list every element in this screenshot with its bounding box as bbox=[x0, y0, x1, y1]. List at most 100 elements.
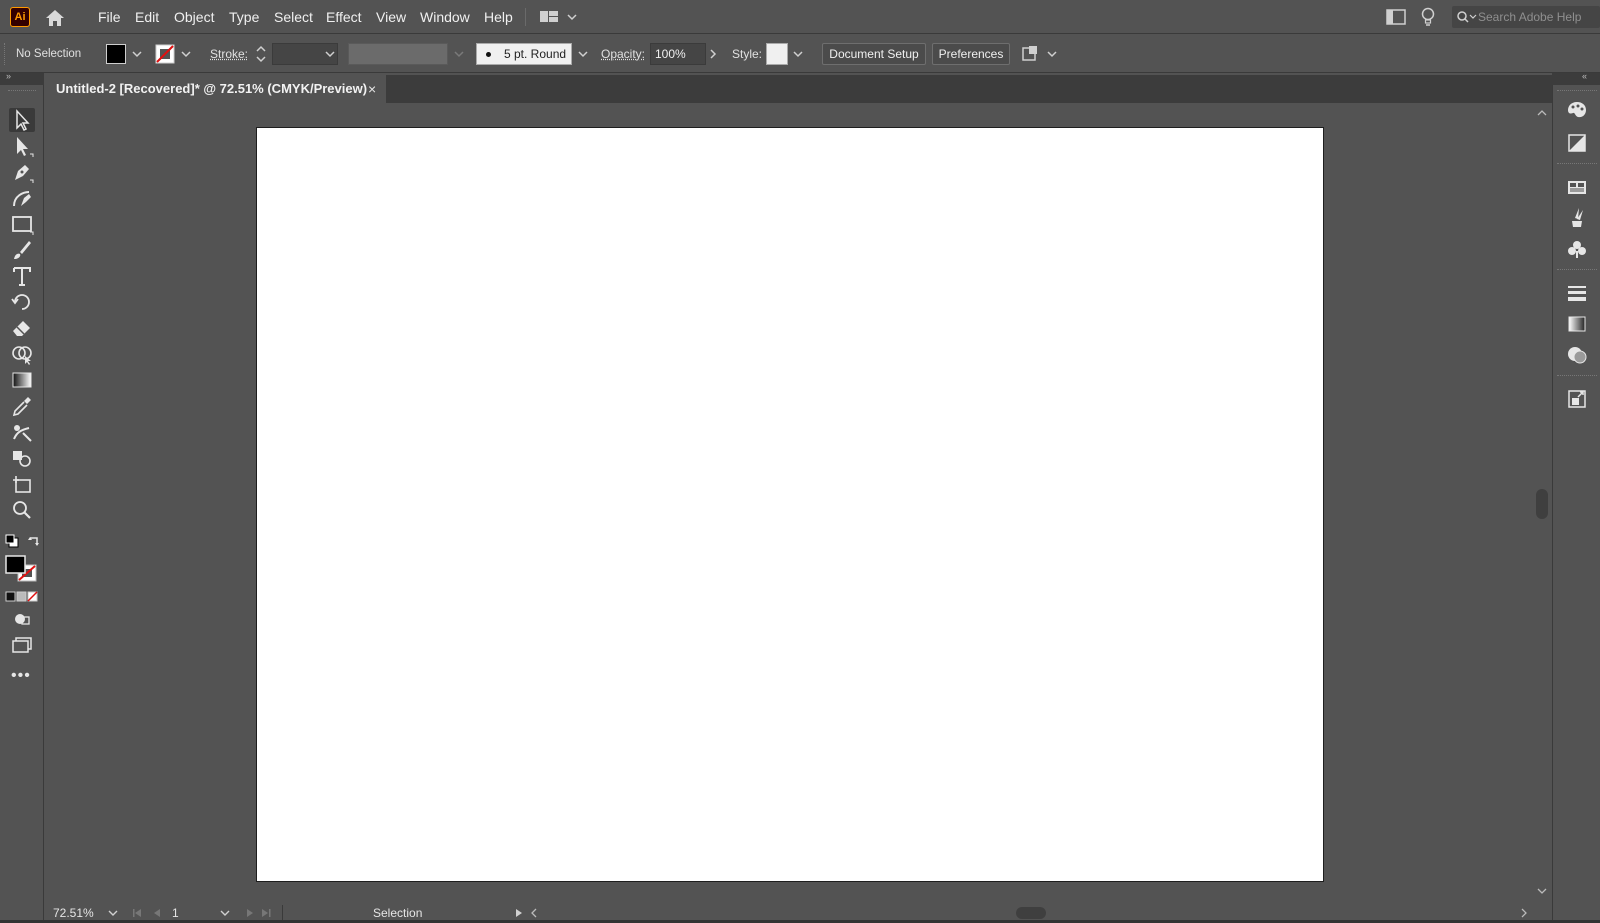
status-menu-arrow-icon[interactable] bbox=[514, 908, 524, 918]
draw-mode-icon[interactable] bbox=[12, 611, 32, 627]
style-dropdown-chevron-icon[interactable] bbox=[792, 48, 804, 60]
artboard[interactable] bbox=[256, 127, 1324, 882]
brush-dropdown-chevron-icon[interactable] bbox=[577, 48, 589, 60]
zoom-dropdown-chevron-icon[interactable] bbox=[108, 908, 118, 918]
opacity-expand-chevron-icon[interactable] bbox=[707, 48, 719, 60]
tools-grip[interactable] bbox=[8, 90, 36, 93]
preferences-button[interactable]: Preferences bbox=[932, 43, 1010, 65]
stroke-weight-stepper-icon[interactable] bbox=[255, 42, 267, 66]
swatches-icon[interactable] bbox=[1565, 175, 1589, 199]
dock-group-grip[interactable] bbox=[1557, 375, 1597, 381]
document-setup-button[interactable]: Document Setup bbox=[822, 43, 926, 65]
menu-help[interactable]: Help bbox=[484, 0, 513, 34]
selection-tool[interactable] bbox=[9, 108, 35, 132]
close-tab-icon[interactable]: × bbox=[368, 75, 376, 103]
edit-toolbar-more-icon[interactable]: ••• bbox=[11, 668, 33, 685]
pen-tool[interactable] bbox=[9, 160, 35, 184]
symbols-icon[interactable] bbox=[1565, 237, 1589, 261]
shape-builder-tool[interactable] bbox=[9, 342, 35, 366]
menu-file[interactable]: File bbox=[98, 0, 121, 34]
eraser-tool[interactable] bbox=[9, 316, 35, 340]
menu-window[interactable]: Window bbox=[420, 0, 470, 34]
menu-type[interactable]: Type bbox=[229, 0, 259, 34]
gradient-tool[interactable] bbox=[9, 368, 35, 392]
fill-dropdown-chevron-icon[interactable] bbox=[131, 48, 143, 60]
search-placeholder: Search Adobe Help bbox=[1478, 10, 1582, 24]
dock-group-grip[interactable] bbox=[1557, 90, 1597, 96]
graphic-style-swatch[interactable] bbox=[766, 43, 788, 65]
arrange-options-icon[interactable] bbox=[1020, 45, 1060, 63]
arrange-documents-icon[interactable] bbox=[1386, 9, 1406, 25]
document-tab[interactable]: Untitled-2 [Recovered]* @ 72.51% (CMYK/P… bbox=[46, 75, 386, 103]
menu-select[interactable]: Select bbox=[274, 0, 313, 34]
menu-effect[interactable]: Effect bbox=[326, 0, 362, 34]
document-tab-title: Untitled-2 [Recovered]* @ 72.51% (CMYK/P… bbox=[56, 81, 368, 96]
vertical-scrollbar[interactable] bbox=[1532, 103, 1552, 903]
home-icon[interactable] bbox=[44, 7, 66, 29]
zoom-tool[interactable] bbox=[9, 498, 35, 522]
artboard-tool[interactable] bbox=[9, 472, 35, 496]
screen-mode-icon[interactable] bbox=[11, 636, 33, 654]
dock-collapse-grip[interactable]: « bbox=[1552, 71, 1600, 85]
scroll-right-icon[interactable] bbox=[1520, 908, 1528, 918]
direct-selection-tool[interactable] bbox=[9, 134, 35, 158]
color-mode-buttons-icon[interactable] bbox=[5, 591, 39, 603]
menu-view[interactable]: View bbox=[376, 0, 406, 34]
brush-definition-field[interactable]: 5 pt. Round bbox=[476, 43, 572, 65]
curvature-tool[interactable] bbox=[9, 186, 35, 210]
opacity-field[interactable]: 100% bbox=[650, 43, 706, 65]
gradient-panel-icon[interactable] bbox=[1565, 312, 1589, 336]
tools-panel: ••• bbox=[0, 85, 44, 923]
puppet-warp-tool[interactable] bbox=[9, 420, 35, 444]
rotate-tool[interactable] bbox=[9, 290, 35, 314]
eyedropper-icon bbox=[12, 397, 31, 417]
scroll-down-icon[interactable] bbox=[1537, 887, 1547, 895]
rectangle-icon bbox=[12, 216, 34, 235]
brushes-icon[interactable] bbox=[1565, 206, 1589, 230]
rotate-arrow-icon bbox=[11, 294, 30, 310]
type-tool[interactable] bbox=[9, 264, 35, 288]
dock-group-grip[interactable] bbox=[1557, 269, 1597, 275]
fill-stroke-swatches-icon[interactable] bbox=[5, 555, 39, 583]
fill-swatch[interactable] bbox=[106, 44, 126, 64]
transparency-icon[interactable] bbox=[1565, 343, 1589, 367]
color-guide-icon[interactable] bbox=[1565, 131, 1589, 155]
horizontal-scroll-thumb[interactable] bbox=[1016, 907, 1046, 919]
shape-tool[interactable] bbox=[9, 446, 35, 470]
expand-panels-icon: « bbox=[1582, 71, 1588, 81]
variable-width-profile-field[interactable] bbox=[348, 43, 448, 65]
search-icon bbox=[1457, 11, 1477, 23]
search-help-field[interactable]: Search Adobe Help bbox=[1452, 6, 1600, 28]
asset-export-icon[interactable] bbox=[1565, 387, 1589, 411]
artboard-dropdown-chevron-icon[interactable] bbox=[220, 908, 230, 918]
toolbar-collapse-grip[interactable]: » bbox=[0, 71, 44, 85]
control-bar-grip[interactable] bbox=[4, 43, 7, 65]
variable-width-dropdown-chevron-icon[interactable] bbox=[453, 48, 465, 60]
first-previous-artboard-icon[interactable] bbox=[132, 908, 172, 918]
menu-edit[interactable]: Edit bbox=[135, 0, 159, 34]
rectangle-tool[interactable] bbox=[9, 212, 35, 236]
eyedropper-tool[interactable] bbox=[9, 394, 35, 418]
stroke-weight-dropdown-chevron-icon[interactable] bbox=[324, 48, 336, 60]
menu-object[interactable]: Object bbox=[174, 0, 214, 34]
vertical-scroll-thumb[interactable] bbox=[1536, 489, 1548, 519]
stroke-label[interactable]: Stroke: bbox=[210, 35, 248, 73]
dock-group-grip[interactable] bbox=[1557, 163, 1597, 169]
next-last-artboard-icon[interactable] bbox=[242, 908, 282, 918]
selection-arrow-icon bbox=[16, 109, 30, 132]
paintbrush-tool[interactable] bbox=[9, 238, 35, 262]
color-palette-icon[interactable] bbox=[1565, 99, 1589, 123]
scroll-up-icon[interactable] bbox=[1537, 109, 1547, 117]
workspace-switcher-icon[interactable] bbox=[538, 8, 580, 26]
lightbulb-icon[interactable] bbox=[1420, 7, 1436, 27]
default-fill-stroke-icon[interactable] bbox=[5, 534, 19, 548]
stroke-swatch-none-icon[interactable] bbox=[155, 44, 175, 64]
scroll-left-icon[interactable] bbox=[530, 908, 538, 918]
swap-fill-stroke-icon[interactable] bbox=[27, 534, 41, 548]
selection-status: No Selection bbox=[16, 48, 82, 60]
artboard-icon bbox=[13, 476, 31, 493]
stroke-dropdown-chevron-icon[interactable] bbox=[180, 48, 192, 60]
stroke-panel-icon[interactable] bbox=[1565, 281, 1589, 305]
opacity-label[interactable]: Opacity: bbox=[601, 35, 645, 73]
document-tab-bar: Untitled-2 [Recovered]* @ 72.51% (CMYK/P… bbox=[46, 75, 1552, 103]
